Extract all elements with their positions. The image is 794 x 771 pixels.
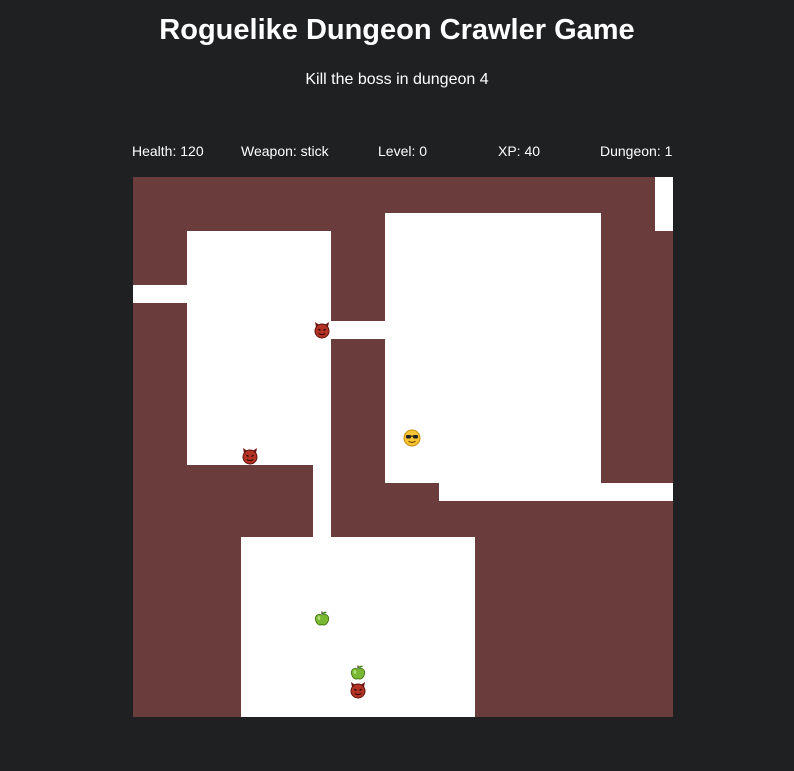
enemy-devil-icon	[241, 447, 259, 465]
health-stat: Health: 120	[132, 143, 204, 159]
floor-corridor	[313, 465, 331, 537]
weapon-stat: Weapon: stick	[241, 143, 329, 159]
floor-corridor	[133, 285, 187, 303]
floor-corridor	[331, 321, 385, 339]
green-apple-icon	[313, 609, 331, 627]
game-objective: Kill the boss in dungeon 4	[305, 71, 489, 88]
green-apple-icon	[349, 663, 367, 681]
enemy-devil-icon	[313, 321, 331, 339]
dungeon-map[interactable]	[133, 177, 673, 717]
floor-room	[187, 231, 331, 465]
xp-stat: XP: 40	[498, 143, 541, 159]
enemy-devil-icon	[349, 681, 367, 699]
dungeon-stat: Dungeon: 1	[600, 143, 673, 159]
level-stat: Level: 0	[378, 143, 428, 159]
player-sunglasses-icon	[403, 429, 421, 447]
floor-corridor	[439, 483, 673, 501]
game-title: Roguelike Dungeon Crawler Game	[159, 14, 635, 46]
floor-corridor	[655, 177, 673, 231]
